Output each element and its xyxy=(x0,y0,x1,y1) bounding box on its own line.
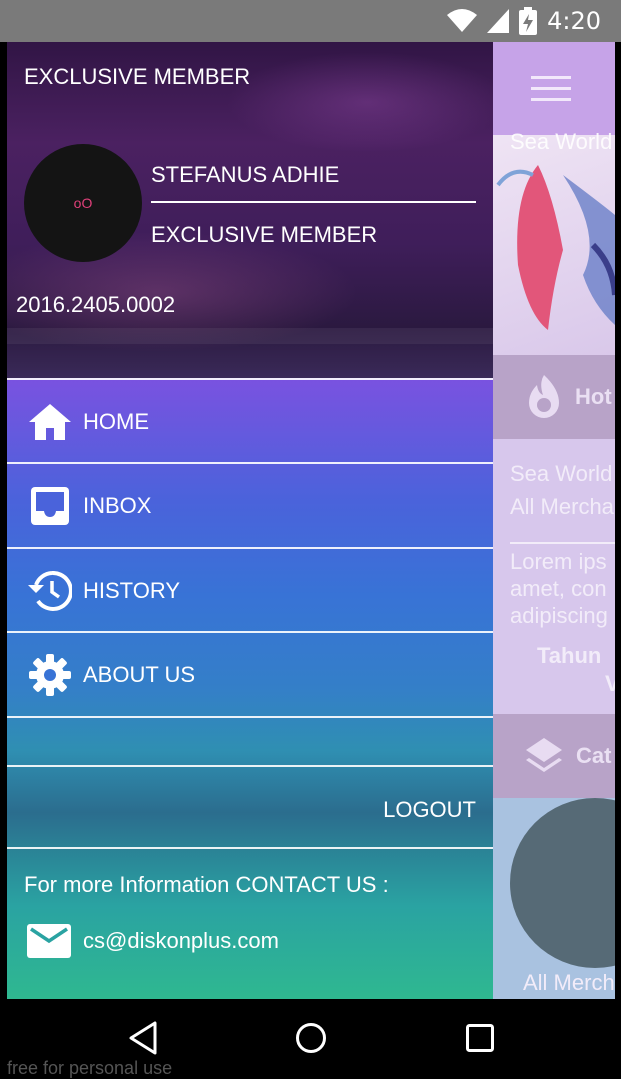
system-nav-bar: free for personal use xyxy=(0,999,621,1078)
background-app: Sea World Hot Sea World All Mercha Lorem… xyxy=(493,42,615,999)
email-icon xyxy=(27,924,71,958)
avatar-glyph: oO xyxy=(73,195,93,211)
section-hot-label: Hot xyxy=(575,384,612,409)
menu-item-label: HOME xyxy=(83,409,149,434)
member-id: 2016.2405.0002 xyxy=(16,292,176,317)
menu-item-history[interactable]: HISTORY xyxy=(7,549,493,633)
user-level: EXCLUSIVE MEMBER xyxy=(151,222,378,247)
user-name: STEFANUS ADHIE xyxy=(151,162,340,187)
menu-item-home[interactable]: HOME xyxy=(7,380,493,464)
card-title: Sea World xyxy=(510,461,613,486)
contact-email-row[interactable]: cs@diskonplus.com xyxy=(27,924,279,958)
signal-icon xyxy=(487,9,510,33)
menu-divider xyxy=(7,716,493,718)
card-divider xyxy=(510,542,615,544)
menu-item-inbox[interactable]: INBOX xyxy=(7,464,493,548)
contact-title: For more Information CONTACT US : xyxy=(24,872,389,897)
deal-card[interactable]: Sea World All Mercha Lorem ips amet, con… xyxy=(493,439,615,714)
section-category-label: Cat xyxy=(576,743,612,768)
section-hot[interactable]: Hot xyxy=(493,355,615,439)
drawer-header: EXCLUSIVE MEMBER oO STEFANUS ADHIE EXCLU… xyxy=(7,42,493,378)
flame-icon xyxy=(529,375,559,418)
section-category[interactable]: Cat xyxy=(493,714,615,798)
menu-divider xyxy=(7,847,493,849)
promo-banner[interactable]: Sea World xyxy=(493,129,615,355)
menu-item-label: HISTORY xyxy=(83,578,180,603)
category-card[interactable]: All Merch xyxy=(493,798,615,999)
card-desc-line2: amet, con xyxy=(510,576,607,601)
category-image xyxy=(510,798,615,968)
clock: 4:20 xyxy=(547,7,601,35)
menu-divider xyxy=(7,765,493,767)
history-icon xyxy=(27,568,73,614)
gear-icon xyxy=(27,652,73,698)
logout-button[interactable]: LOGOUT xyxy=(383,797,476,823)
header-divider xyxy=(151,201,476,203)
avatar[interactable]: oO xyxy=(24,144,142,262)
category-caption: All Merch xyxy=(523,970,615,995)
home-circle-icon[interactable] xyxy=(295,1021,327,1055)
inbox-icon xyxy=(27,483,73,529)
status-bar: 4:20 xyxy=(0,0,621,42)
menu-item-label: INBOX xyxy=(83,493,152,518)
watermark-text: free for personal use xyxy=(7,1058,173,1078)
banner-caption: Sea World xyxy=(510,129,613,154)
home-icon xyxy=(27,399,73,445)
card-subtitle: All Mercha xyxy=(510,494,614,519)
wifi-icon xyxy=(447,9,478,32)
hamburger-menu-icon[interactable] xyxy=(531,76,571,102)
app-toolbar xyxy=(493,42,615,135)
back-icon[interactable] xyxy=(128,1021,158,1055)
contact-email: cs@diskonplus.com xyxy=(83,928,279,953)
recents-icon[interactable] xyxy=(465,1021,495,1055)
menu-item-about-us[interactable]: ABOUT US xyxy=(7,633,493,717)
layers-icon xyxy=(526,738,562,772)
navigation-drawer: EXCLUSIVE MEMBER oO STEFANUS ADHIE EXCLU… xyxy=(7,42,493,999)
card-desc-line3: adipiscing xyxy=(510,603,608,628)
drawer-menu: HOME INBOX HISTORY ABOUT US LOGOUT For m… xyxy=(7,378,493,999)
fish-illustration xyxy=(496,165,615,330)
card-year: Tahun xyxy=(537,643,602,668)
drawer-title: EXCLUSIVE MEMBER xyxy=(24,64,251,89)
card-desc-line1: Lorem ips xyxy=(510,549,607,574)
menu-item-label: ABOUT US xyxy=(83,662,196,687)
battery-charging-icon xyxy=(519,7,538,35)
card-extra: V xyxy=(605,671,615,696)
header-stripe xyxy=(7,328,493,344)
